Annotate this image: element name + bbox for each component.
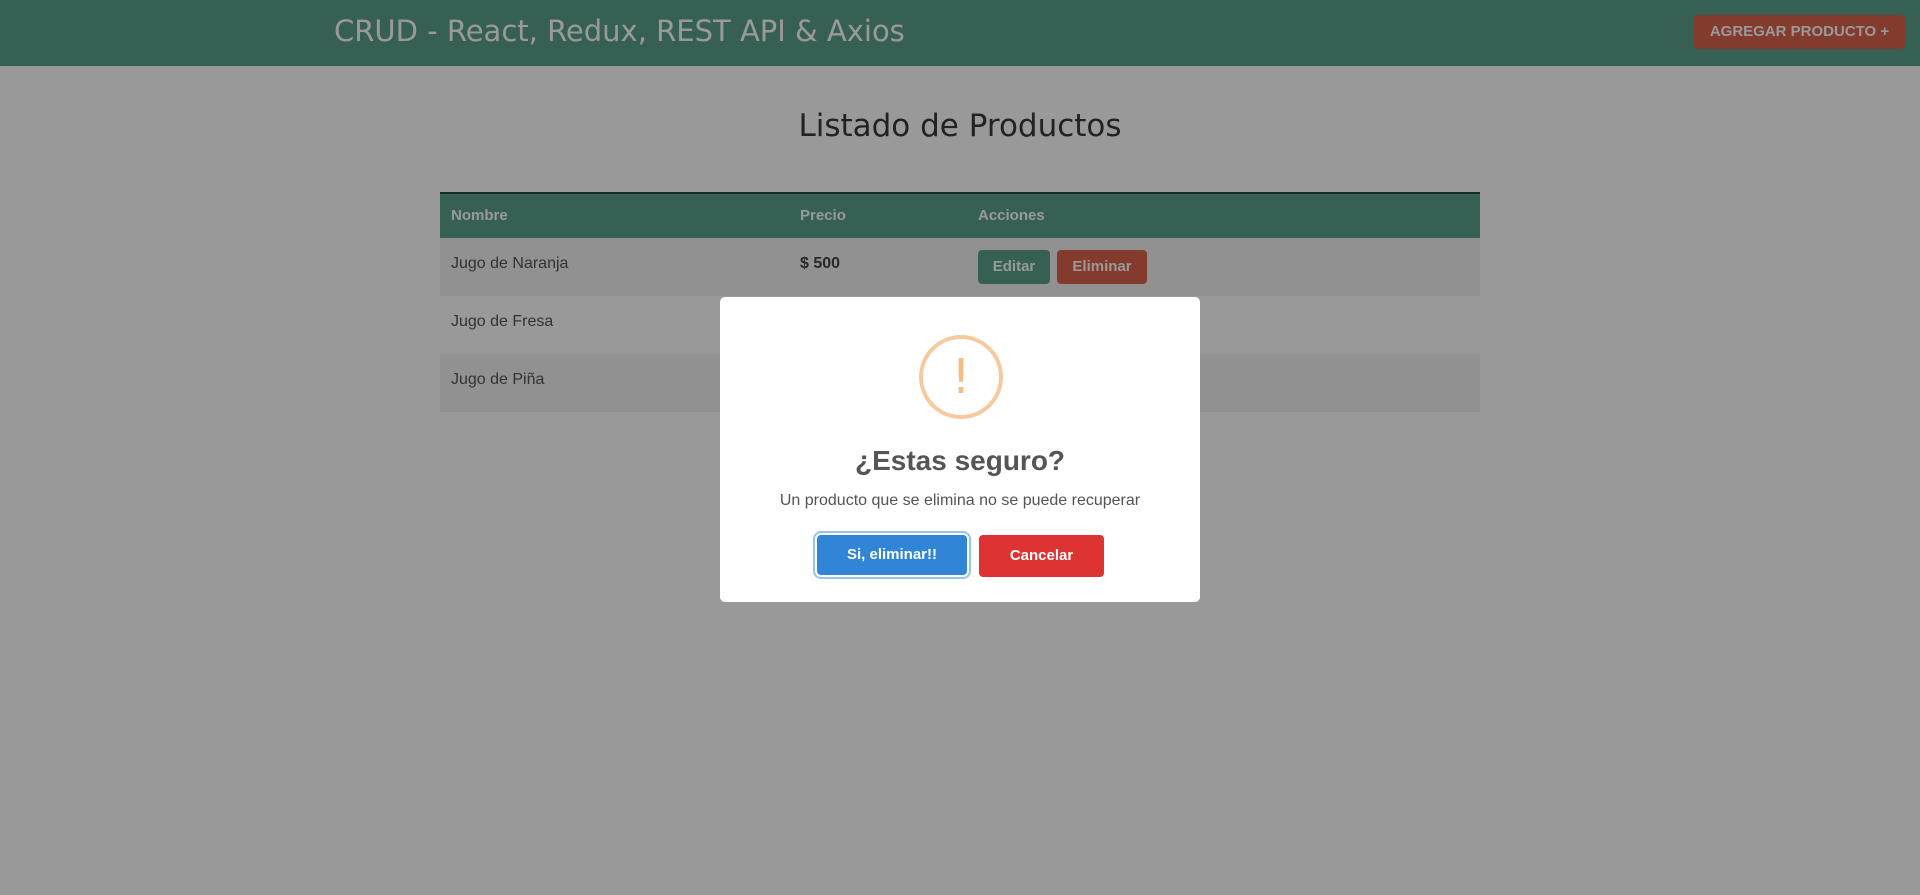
cancel-button[interactable]: Cancelar	[979, 535, 1104, 577]
dialog-title: ¿Estas seguro?	[854, 445, 1066, 476]
confirm-dialog: ! ¿Estas seguro? Un producto que se elim…	[720, 297, 1200, 602]
dialog-message: Un producto que se elimina no se puede r…	[779, 492, 1141, 509]
exclamation-icon: !	[919, 335, 1003, 419]
confirm-delete-button[interactable]: Si, eliminar!!	[817, 535, 967, 575]
exclamation-glyph: !	[951, 349, 970, 405]
